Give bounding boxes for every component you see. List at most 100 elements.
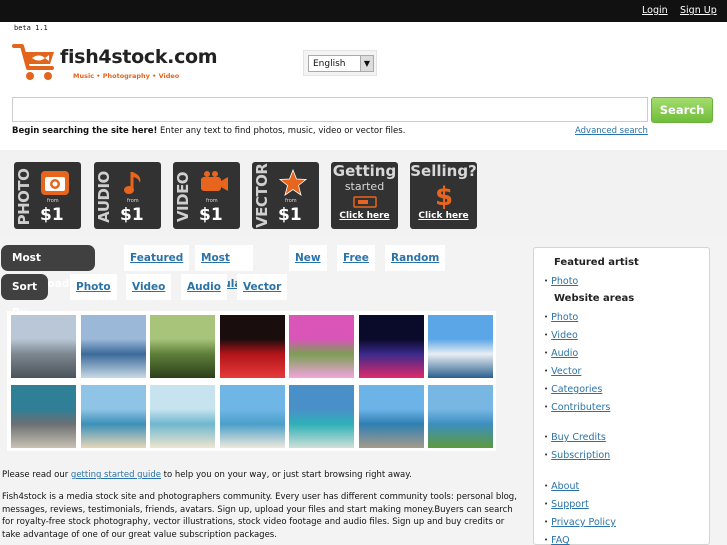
sidebar-link[interactable]: FAQ [551,535,569,545]
thumbnail-jetty[interactable] [358,385,424,448]
shopping-cart-icon [12,44,54,80]
sidebar-item-featured-photo[interactable]: • Photo [544,276,578,287]
tab-most-popular[interactable]: Most popular [195,245,253,290]
sidebar-link[interactable]: Vector [551,366,581,377]
tab-random[interactable]: Random [385,245,446,271]
featured-artist-title: Featured artist [554,257,639,268]
promo-click-here[interactable]: Click here [331,211,398,221]
thumbnail-turquoise-water[interactable] [289,385,354,448]
dollar-icon: $ [435,182,453,209]
dropdown-arrow-icon[interactable]: ▼ [360,56,373,71]
sidebar-item-about[interactable]: • About [544,481,579,492]
sidebar-item-categories[interactable]: • Categories [544,384,602,395]
thumbnail-water-skier[interactable] [80,315,146,378]
promo-title: Getting [332,162,397,180]
intro-pre: Please read our [2,470,71,480]
sidebar-link[interactable]: Buy Credits [551,432,606,443]
promo-vector[interactable]: VECTOR from $1 [252,162,319,229]
svg-text:$: $ [435,182,453,209]
search-hint-bold: Begin searching the site here! [12,126,158,136]
thumbnail-beach-sea[interactable] [80,385,146,448]
tab-free[interactable]: Free [337,245,375,271]
star-icon [278,168,308,196]
tab-most-downloaded[interactable]: Most downloaded [1,245,95,290]
search-input[interactable] [12,97,648,122]
promo-video[interactable]: VIDEO from $1 [173,162,240,229]
sidebar-link[interactable]: Audio [551,348,578,359]
sidebar-link[interactable]: Contributers [551,402,610,413]
sidebar-link[interactable]: About [551,481,579,492]
promo-price: $1 [199,205,223,225]
promo-price: $1 [40,205,64,225]
sidebar-item-contributers[interactable]: • Contributers [544,402,610,413]
sidebar-item-subscription[interactable]: • Subscription [544,450,610,461]
sidebar-item-photo[interactable]: • Photo [544,312,578,323]
ticket-icon [353,196,377,208]
thumbnail-yacht[interactable] [428,315,493,378]
promo-from: from [47,198,59,204]
promo-photo[interactable]: PHOTO from $1 [14,162,81,229]
search-hint-text: Enter any text to find photos, music, vi… [157,126,406,136]
sort-photo[interactable]: Photo [70,274,117,300]
music-note-icon [124,172,141,194]
sidebar-link[interactable]: Subscription [551,450,610,461]
promo-title: Selling? [410,162,477,180]
sidebar-item-audio[interactable]: • Audio [544,348,578,359]
sidebar-link[interactable]: Photo [551,312,578,323]
promo-from: from [206,198,218,204]
site-logo[interactable]: fish4stock.com Music • Photography • Vid… [12,36,218,86]
sidebar-item-support[interactable]: • Support [544,499,589,510]
thumbnail-pink-flowers[interactable] [289,315,354,378]
advanced-search-link[interactable]: Advanced search [575,126,648,136]
promo-price: $1 [120,205,144,225]
camera-icon [41,171,69,195]
sidebar-link[interactable]: Video [551,330,578,341]
search-hint: Begin searching the site here! Enter any… [12,126,405,136]
sidebar-link[interactable]: Privacy Policy [551,517,616,528]
promo-getting-started[interactable]: Getting started Click here [331,162,398,229]
promo-label: PHOTO [15,168,33,226]
sidebar-item-buy-credits[interactable]: • Buy Credits [544,432,606,443]
thumbnail-beach-person[interactable] [219,385,285,448]
promo-selling[interactable]: Selling? $ Click here [410,162,477,229]
sort-vector[interactable]: Vector [237,274,288,300]
intro-text: Please read our getting started guide to… [2,469,522,482]
promo-click-here[interactable]: Click here [410,211,477,221]
website-areas-title: Website areas [554,293,635,304]
language-value: English [313,59,346,69]
promo-audio[interactable]: AUDIO from $1 [94,162,161,229]
thumbnail-clear-sea[interactable] [150,385,215,448]
sort-audio[interactable]: Audio [181,274,227,300]
thumbnail-night-city[interactable] [358,315,424,378]
logo-tagline: Music • Photography • Video [73,72,180,80]
language-selector[interactable]: English ▼ [303,50,377,76]
getting-started-link[interactable]: getting started guide [71,470,161,480]
promo-label: AUDIO [95,171,113,223]
thumbnail-old-building[interactable] [11,315,76,378]
promo-price: $1 [278,205,302,225]
sidebar-item-video[interactable]: • Video [544,330,578,341]
logo-text: fish4stock.com [60,46,218,68]
sidebar-link[interactable]: Categories [551,384,602,395]
sidebar-item-faq[interactable]: • FAQ [544,535,570,545]
thumbnail-green-shore[interactable] [428,385,493,448]
promo-from: from [285,198,297,204]
signup-link[interactable]: Sign Up [680,5,717,16]
sidebar-link[interactable]: Photo [551,276,578,287]
thumbnail-trees[interactable] [150,315,215,378]
sidebar-item-privacy-policy[interactable]: • Privacy Policy [544,517,616,528]
tab-featured[interactable]: Featured [124,245,190,271]
sidebar-item-vector[interactable]: • Vector [544,366,581,377]
search-button[interactable]: Search [651,97,713,123]
tab-new[interactable]: New [289,245,327,271]
sort-video[interactable]: Video [126,274,172,300]
thumbnail-red-car[interactable] [219,315,285,378]
promo-from: from [127,198,139,204]
beta-label: beta 1.1 [14,24,48,32]
sort-by-label: Sort By [1,274,48,319]
promo-subtitle: started [344,180,385,193]
login-link[interactable]: Login [642,5,668,16]
thumbnail-pelican[interactable] [11,385,76,448]
promo-label: VECTOR [253,163,271,228]
sidebar-link[interactable]: Support [551,499,589,510]
